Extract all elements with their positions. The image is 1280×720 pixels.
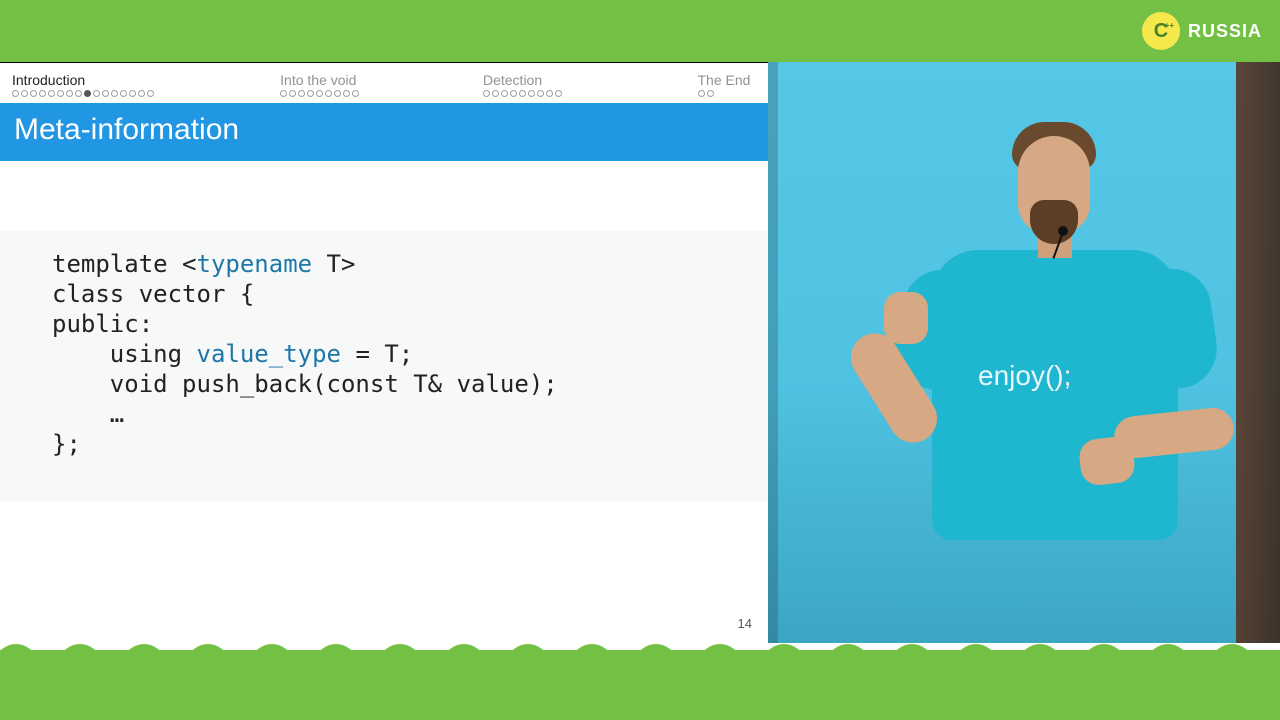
nav-section-introduction: Introduction bbox=[12, 72, 280, 97]
progress-dot bbox=[289, 90, 296, 97]
progress-dot bbox=[546, 90, 553, 97]
backdrop-edge-left bbox=[768, 62, 778, 643]
progress-dot bbox=[66, 90, 73, 97]
slide-page-number: 14 bbox=[738, 616, 752, 631]
nav-label: Introduction bbox=[12, 72, 280, 88]
progress-dot bbox=[120, 90, 127, 97]
code-line-3: public: bbox=[52, 309, 728, 339]
progress-dot bbox=[12, 90, 19, 97]
progress-dot bbox=[307, 90, 314, 97]
nav-progress-dots bbox=[280, 90, 483, 97]
nav-section-the-end: The End bbox=[698, 72, 757, 97]
progress-dot bbox=[75, 90, 82, 97]
logo-plus: ++ bbox=[1165, 21, 1174, 30]
progress-dot bbox=[325, 90, 332, 97]
speaker-hand-left bbox=[884, 292, 928, 344]
tshirt-print: enjoy(); bbox=[978, 360, 1071, 392]
code-line-9: }; bbox=[52, 429, 728, 459]
progress-dot bbox=[537, 90, 544, 97]
progress-dot bbox=[555, 90, 562, 97]
progress-dot bbox=[501, 90, 508, 97]
bottom-banner bbox=[0, 650, 1280, 720]
progress-dot bbox=[111, 90, 118, 97]
progress-dot bbox=[102, 90, 109, 97]
nav-label: The End bbox=[698, 72, 757, 88]
code-line-6: void push_back(const T& value); bbox=[52, 369, 728, 399]
progress-dot bbox=[298, 90, 305, 97]
progress-dot bbox=[510, 90, 517, 97]
progress-dot bbox=[492, 90, 499, 97]
progress-dot bbox=[528, 90, 535, 97]
progress-dot bbox=[138, 90, 145, 97]
progress-dot bbox=[129, 90, 136, 97]
progress-dot bbox=[343, 90, 350, 97]
progress-dot bbox=[707, 90, 714, 97]
logo-badge-circle: C ++ bbox=[1142, 12, 1180, 50]
progress-dot bbox=[519, 90, 526, 97]
nav-progress-dots bbox=[12, 90, 280, 97]
progress-dot bbox=[352, 90, 359, 97]
progress-dot bbox=[48, 90, 55, 97]
progress-dot bbox=[57, 90, 64, 97]
progress-dot bbox=[280, 90, 287, 97]
presentation-slide: Introduction Into the void Detection The… bbox=[0, 63, 768, 643]
backdrop-curtain-right bbox=[1236, 62, 1280, 643]
speaker-figure: enjoy(); bbox=[822, 92, 1242, 643]
code-line-4: using value_type = T; bbox=[52, 339, 728, 369]
code-line-8: … bbox=[52, 399, 728, 429]
code-block: template <typename T> class vector { pub… bbox=[0, 231, 768, 501]
progress-dot bbox=[334, 90, 341, 97]
progress-dot bbox=[21, 90, 28, 97]
code-line-1: template <typename T> bbox=[52, 249, 728, 279]
speaker-camera-feed: enjoy(); bbox=[768, 62, 1280, 643]
nav-label: Detection bbox=[483, 72, 698, 88]
progress-dot bbox=[483, 90, 490, 97]
tshirt-parens: (); bbox=[1045, 360, 1071, 391]
progress-dot bbox=[147, 90, 154, 97]
video-frame: C ++ RUSSIA Introduction Into the void D… bbox=[0, 0, 1280, 720]
nav-progress-dots bbox=[483, 90, 698, 97]
logo-text: RUSSIA bbox=[1188, 21, 1262, 42]
nav-section-into-the-void: Into the void bbox=[280, 72, 483, 97]
nav-section-detection: Detection bbox=[483, 72, 698, 97]
progress-dot bbox=[698, 90, 705, 97]
progress-dot bbox=[93, 90, 100, 97]
code-line-2: class vector { bbox=[52, 279, 728, 309]
top-banner: C ++ RUSSIA bbox=[0, 0, 1280, 62]
progress-dot bbox=[316, 90, 323, 97]
tshirt-word: enjoy bbox=[978, 360, 1045, 391]
conference-logo: C ++ RUSSIA bbox=[1142, 12, 1262, 50]
progress-dot bbox=[39, 90, 46, 97]
nav-label: Into the void bbox=[280, 72, 483, 88]
speaker-hand-right bbox=[1078, 435, 1137, 486]
progress-dot bbox=[84, 90, 91, 97]
slide-title: Meta-information bbox=[0, 103, 768, 161]
speaker-torso bbox=[932, 250, 1178, 540]
progress-dot bbox=[30, 90, 37, 97]
slide-section-nav: Introduction Into the void Detection The… bbox=[0, 63, 768, 97]
nav-progress-dots bbox=[698, 90, 757, 97]
